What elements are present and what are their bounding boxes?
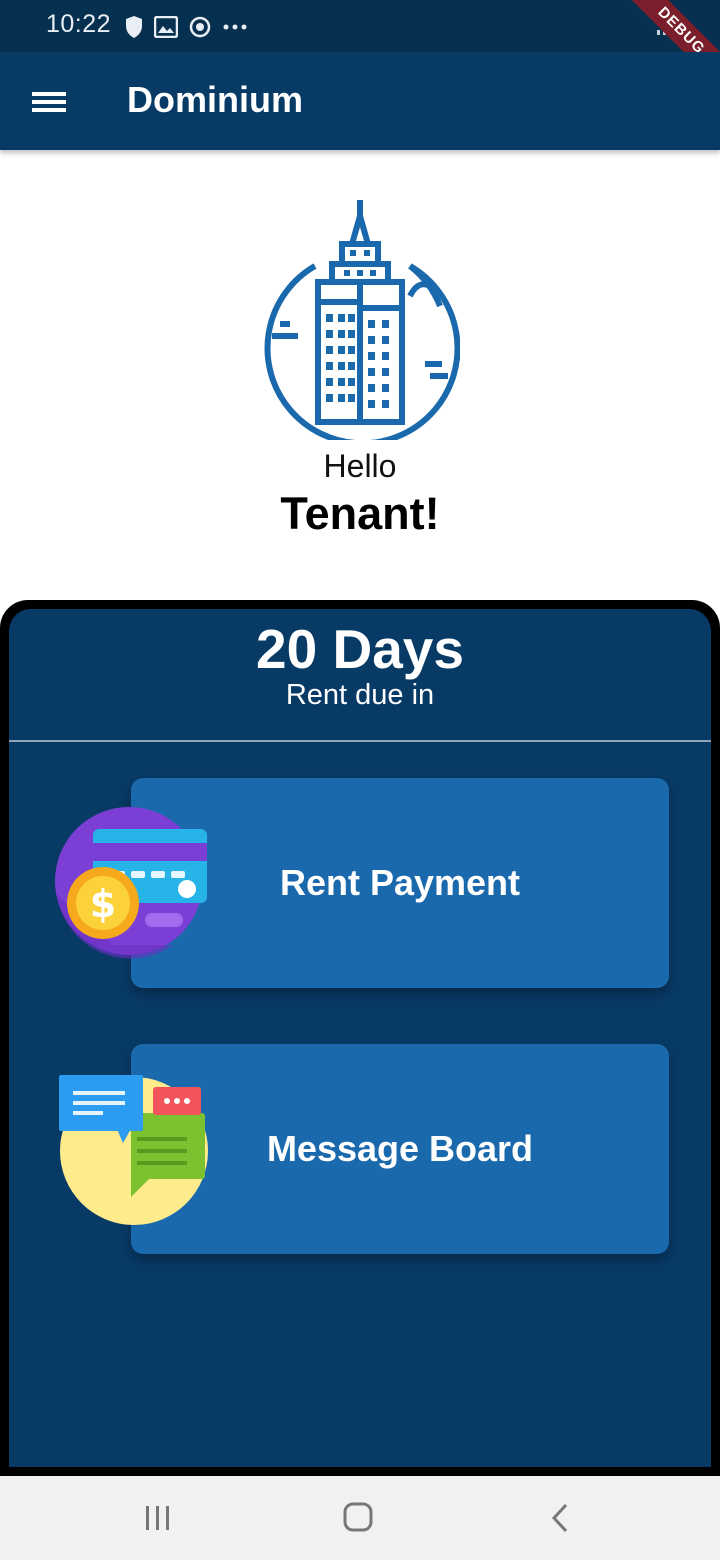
shield-icon bbox=[126, 16, 142, 38]
back-button[interactable] bbox=[540, 1500, 580, 1536]
back-icon bbox=[551, 1503, 568, 1533]
divider bbox=[9, 740, 711, 742]
svg-text:$: $ bbox=[90, 882, 116, 926]
rent-panel: 20 Days Rent due in Rent Payment $ Messa… bbox=[9, 609, 711, 1467]
tenant-name: Tenant! bbox=[280, 488, 440, 539]
status-bar: 10:22 DEBUG bbox=[0, 0, 720, 101]
credit-card-coin-icon: $ bbox=[53, 805, 213, 965]
more-dots-icon bbox=[223, 24, 247, 30]
home-button[interactable] bbox=[338, 1500, 378, 1536]
image-icon bbox=[154, 16, 178, 38]
hamburger-menu-icon bbox=[32, 92, 66, 112]
skyscraper-icon bbox=[264, 200, 461, 447]
app-title: Dominium bbox=[127, 79, 303, 120]
system-nav-bar bbox=[0, 1476, 720, 1560]
status-icons bbox=[124, 14, 248, 40]
chat-bubbles-icon bbox=[53, 1071, 213, 1231]
recent-apps-button[interactable] bbox=[138, 1500, 178, 1536]
skyscraper-logo bbox=[260, 196, 461, 447]
home-icon bbox=[343, 1502, 373, 1532]
rent-due-caption: Rent due in bbox=[285, 679, 435, 711]
recent-apps-icon bbox=[146, 1506, 169, 1530]
greeting-text: Hello bbox=[323, 448, 397, 484]
app-bar: Dominium bbox=[0, 52, 720, 150]
sync-icon bbox=[189, 16, 211, 38]
status-time: 10:22 bbox=[46, 10, 112, 38]
menu-button[interactable] bbox=[22, 78, 76, 126]
days-until-rent: 20 Days bbox=[256, 618, 464, 680]
